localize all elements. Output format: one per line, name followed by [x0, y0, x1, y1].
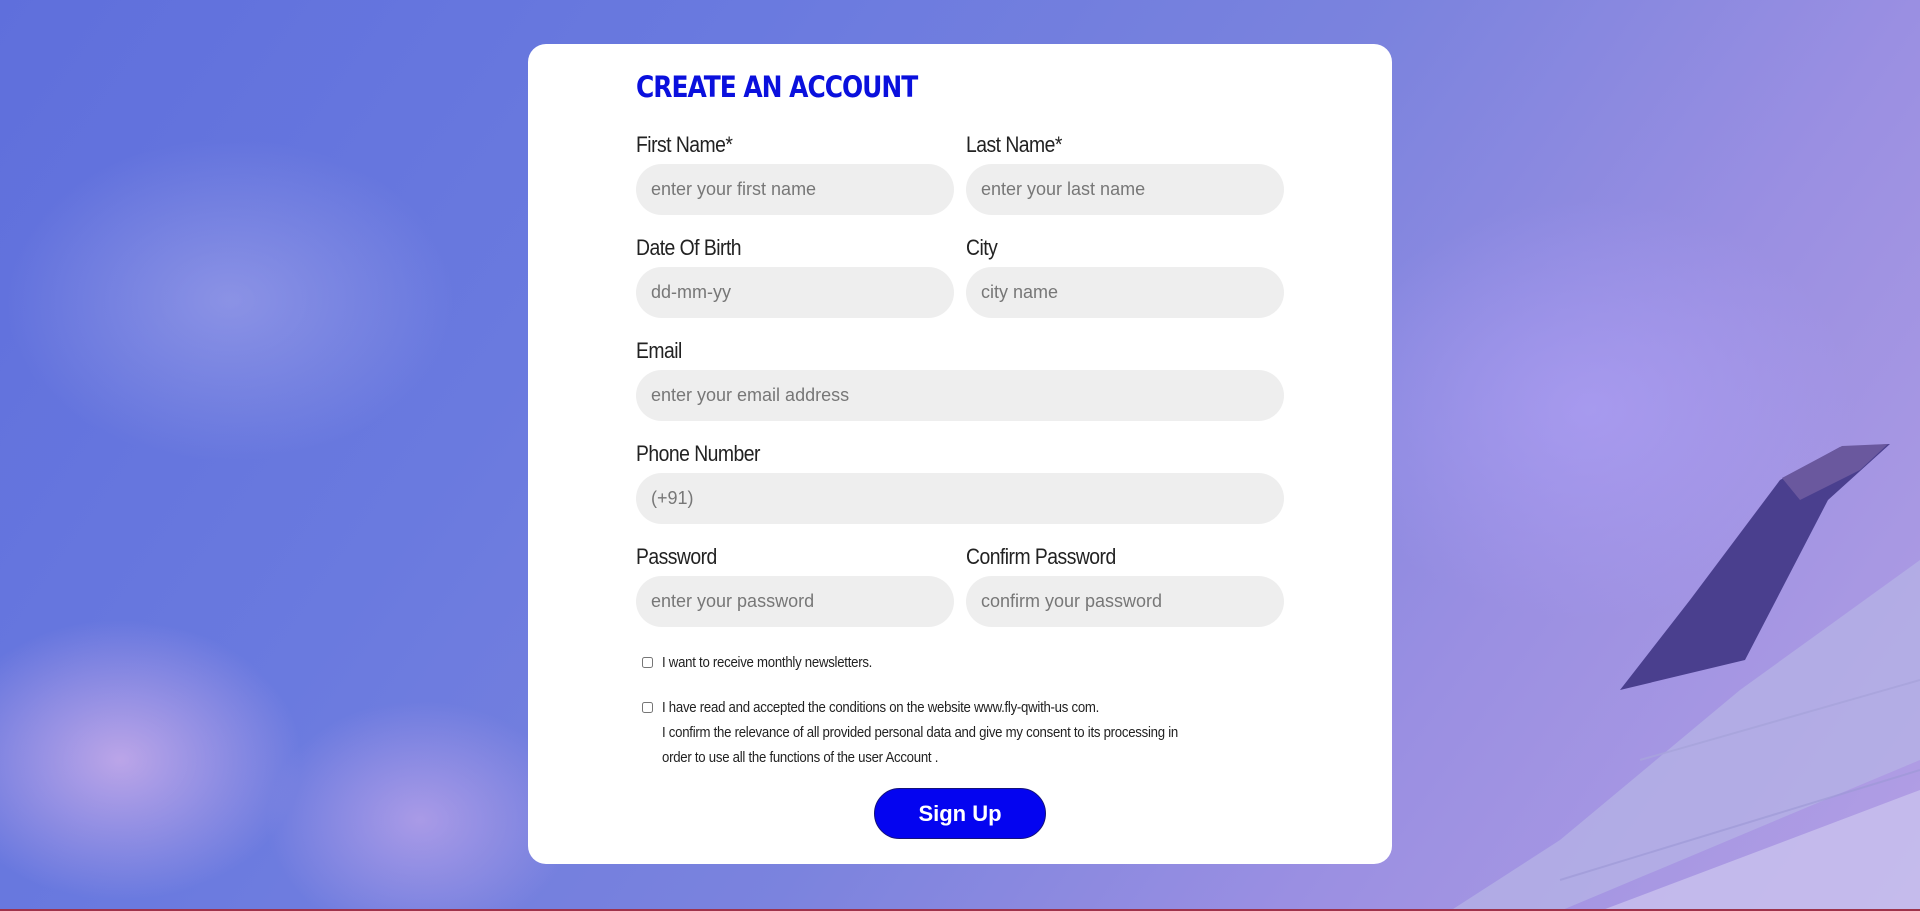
email-row: Email [636, 338, 1284, 421]
dob-field-group: Date Of Birth [636, 235, 954, 318]
email-input[interactable] [636, 370, 1284, 421]
dob-label: Date Of Birth [636, 235, 742, 260]
confirm-password-input[interactable] [966, 576, 1284, 627]
terms-option: I have read and accepted the conditions … [642, 695, 1284, 770]
city-input[interactable] [966, 267, 1284, 318]
signup-card: CREATE AN ACCOUNT First Name* Last Name*… [528, 44, 1392, 864]
name-row: First Name* Last Name* [636, 132, 1284, 215]
confirm-password-label: Confirm Password [966, 544, 1116, 569]
phone-row: Phone Number [636, 441, 1284, 524]
signup-button-container: Sign Up [636, 788, 1284, 839]
newsletter-label: I want to receive monthly newsletters. [662, 654, 873, 671]
first-name-label: First Name* [636, 132, 733, 157]
password-row: Password Confirm Password [636, 544, 1284, 627]
signup-button[interactable]: Sign Up [874, 788, 1046, 839]
first-name-field-group: First Name* [636, 132, 954, 215]
first-name-input[interactable] [636, 164, 954, 215]
terms-text: I have read and accepted the conditions … [662, 695, 1209, 770]
dob-city-row: Date Of Birth City [636, 235, 1284, 318]
last-name-field-group: Last Name* [966, 132, 1284, 215]
signup-page: { "page": { "title": "CREATE AN ACCOUNT"… [0, 0, 1920, 911]
dob-input[interactable] [636, 267, 954, 318]
email-label: Email [636, 338, 682, 363]
phone-label: Phone Number [636, 441, 760, 466]
page-title: CREATE AN ACCOUNT [636, 70, 918, 104]
phone-input[interactable] [636, 473, 1284, 524]
terms-line-1: I have read and accepted the conditions … [662, 699, 1100, 716]
terms-checkbox[interactable] [642, 702, 653, 713]
terms-line-2: I confirm the relevance of all provided … [662, 724, 1178, 766]
city-label: City [966, 235, 998, 260]
password-input[interactable] [636, 576, 954, 627]
last-name-input[interactable] [966, 164, 1284, 215]
newsletter-option: I want to receive monthly newsletters. [642, 650, 1284, 675]
email-field-group: Email [636, 338, 1284, 421]
signup-form: CREATE AN ACCOUNT First Name* Last Name*… [636, 66, 1284, 839]
newsletter-checkbox[interactable] [642, 657, 653, 668]
city-field-group: City [966, 235, 1284, 318]
last-name-label: Last Name* [966, 132, 1062, 157]
phone-field-group: Phone Number [636, 441, 1284, 524]
password-label: Password [636, 544, 717, 569]
confirm-password-field-group: Confirm Password [966, 544, 1284, 627]
password-field-group: Password [636, 544, 954, 627]
